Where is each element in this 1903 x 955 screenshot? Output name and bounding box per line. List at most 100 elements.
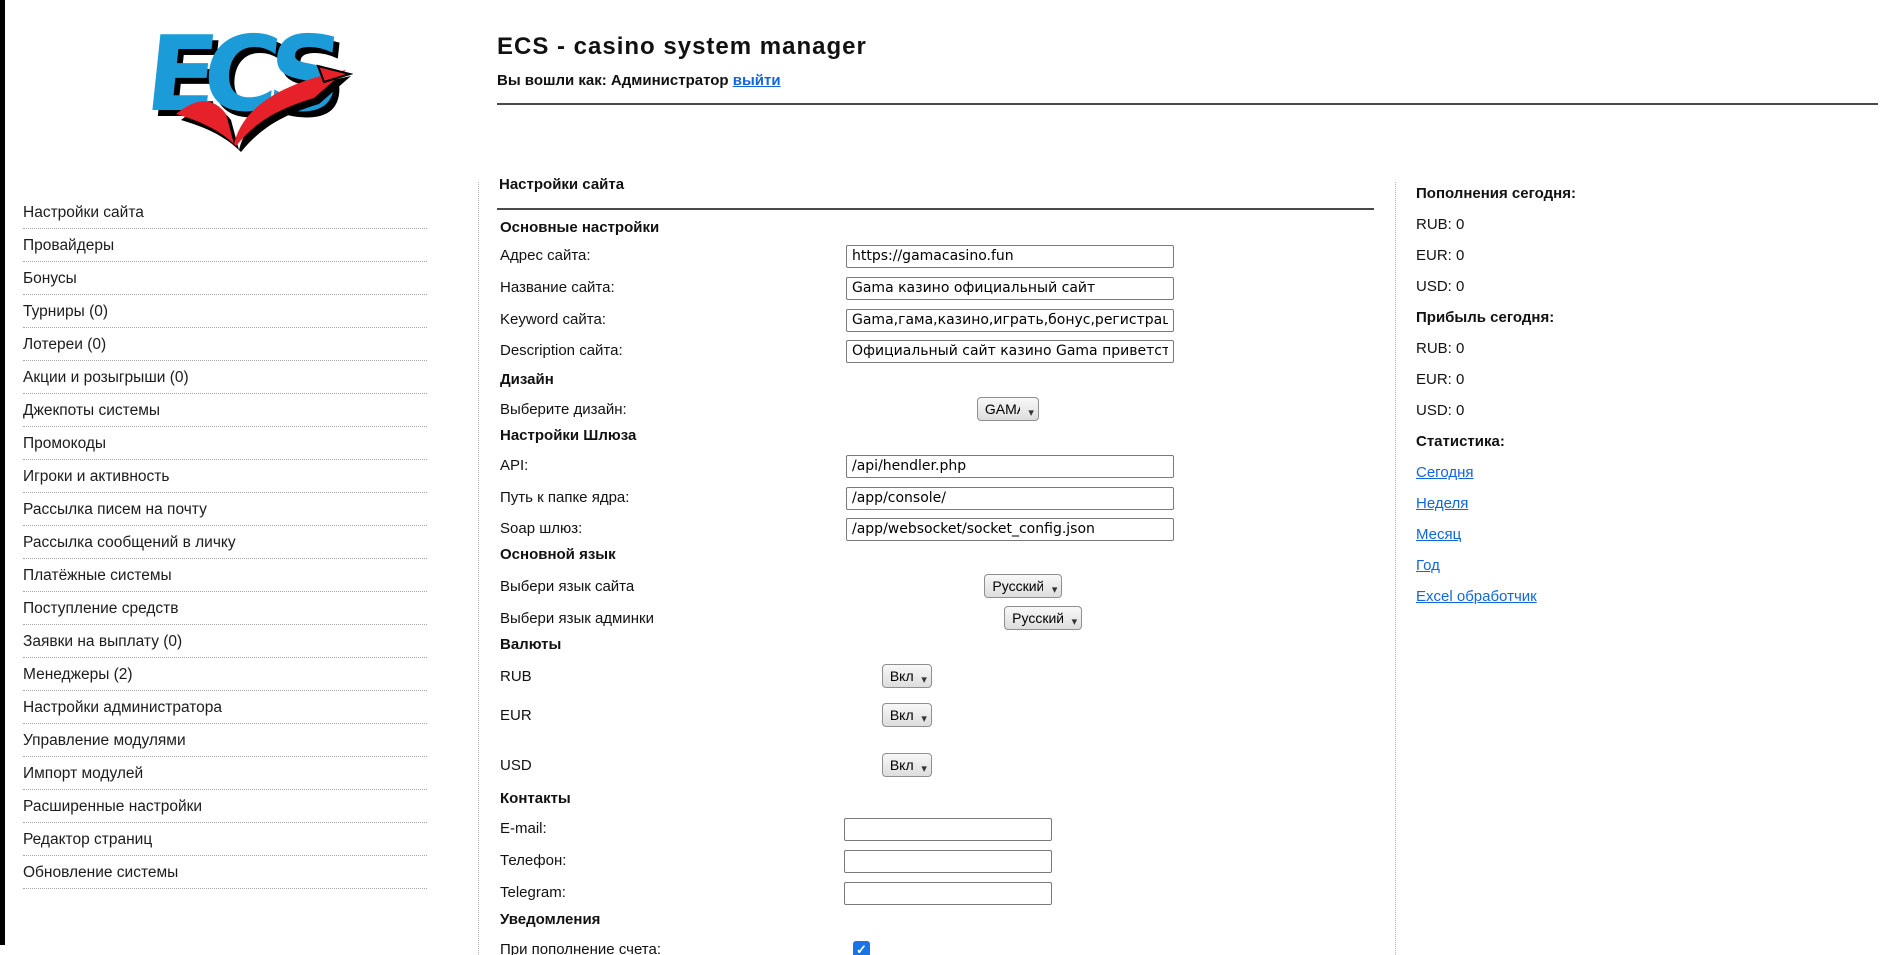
email-label: E-mail: <box>500 817 547 841</box>
main-right-divider <box>1395 182 1396 955</box>
telegram-input[interactable] <box>844 882 1052 905</box>
soap-gateway-input[interactable] <box>846 518 1174 541</box>
design-row: Выберите дизайн: GAMA ▾ <box>500 397 693 421</box>
stats-panel: Пополнения сегодня: RUB: 0 EUR: 0 USD: 0… <box>1416 183 1716 617</box>
site-description-row: Description сайта: <box>500 339 623 363</box>
site-name-input[interactable] <box>846 277 1174 300</box>
email-input[interactable] <box>844 818 1052 841</box>
site-settings-panel: Настройки сайта Основные настройки Адрес… <box>497 170 1374 955</box>
profit-usd: USD: 0 <box>1416 400 1716 431</box>
sidebar-item-payment-systems[interactable]: Платёжные системы <box>23 559 427 592</box>
sidebar-item-page-editor[interactable]: Редактор страниц <box>23 823 427 856</box>
site-description-label: Description сайта: <box>500 339 623 363</box>
currency-usd-row: USD Вкл ▾ <box>500 753 586 777</box>
sidebar-item-module-management[interactable]: Управление модулями <box>23 724 427 757</box>
section-notifications: Уведомления <box>500 910 600 930</box>
currency-rub-select[interactable]: Вкл <box>882 664 932 688</box>
sidebar-item-tournaments[interactable]: Турниры (0) <box>23 295 427 328</box>
profit-eur-value: 0 <box>1456 371 1464 388</box>
panel-divider <box>497 208 1374 210</box>
profit-eur-label: EUR: <box>1416 371 1452 388</box>
section-language: Основной язык <box>500 545 616 565</box>
profit-rub: RUB: 0 <box>1416 338 1716 369</box>
currency-eur-select[interactable]: Вкл <box>882 703 932 727</box>
design-select[interactable]: GAMA <box>977 397 1039 421</box>
api-row: API: <box>500 454 528 478</box>
left-edge-bar <box>0 0 5 945</box>
sidebar-item-module-import[interactable]: Импорт модулей <box>23 757 427 790</box>
stats-link-year[interactable]: Год <box>1416 557 1440 574</box>
sidebar-item-system-update[interactable]: Обновление системы <box>23 856 427 889</box>
stats-link-month[interactable]: Месяц <box>1416 526 1461 543</box>
site-address-input[interactable] <box>846 245 1174 268</box>
deposit-notify-label: При пополнение счета: <box>500 938 661 955</box>
sidebar-item-lotteries[interactable]: Лотереи (0) <box>23 328 427 361</box>
deposits-eur-value: 0 <box>1456 247 1464 264</box>
soap-gateway-label: Soap шлюз: <box>500 517 582 541</box>
sidebar-main-divider <box>478 182 479 955</box>
core-path-input[interactable] <box>846 487 1174 510</box>
currency-eur-label: EUR <box>500 704 532 728</box>
currency-rub-row: RUB Вкл ▾ <box>500 664 586 688</box>
sidebar-item-promocodes[interactable]: Промокоды <box>23 427 427 460</box>
site-keyword-label: Keyword сайта: <box>500 308 606 332</box>
sidebar-item-players[interactable]: Игроки и активность <box>23 460 427 493</box>
site-language-label: Выбери язык сайта <box>500 575 634 599</box>
stats-link-week[interactable]: Неделя <box>1416 495 1468 512</box>
phone-input[interactable] <box>844 850 1052 873</box>
admin-language-select[interactable]: Русский <box>1004 606 1082 630</box>
currency-usd-select[interactable]: Вкл <box>882 753 932 777</box>
deposits-eur-label: EUR: <box>1416 247 1452 264</box>
section-basic-settings: Основные настройки <box>500 218 659 238</box>
deposits-usd: USD: 0 <box>1416 276 1716 307</box>
sidebar-item-advanced-settings[interactable]: Расширенные настройки <box>23 790 427 823</box>
core-path-row: Путь к папке ядра: <box>500 486 629 510</box>
login-status-text: Вы вошли как: Администратор <box>497 72 729 89</box>
site-address-row: Адрес сайта: <box>500 244 591 268</box>
sidebar-item-bonuses[interactable]: Бонусы <box>23 262 427 295</box>
section-contacts: Контакты <box>500 789 571 809</box>
logout-link[interactable]: выйти <box>733 72 781 89</box>
sidebar-item-email-broadcast[interactable]: Рассылка писем на почту <box>23 493 427 526</box>
section-currencies: Валюты <box>500 635 561 655</box>
sidebar-item-site-settings[interactable]: Настройки сайта <box>23 196 427 229</box>
stats-link-today[interactable]: Сегодня <box>1416 464 1474 481</box>
core-path-label: Путь к папке ядра: <box>500 486 629 510</box>
profit-usd-label: USD: <box>1416 402 1452 419</box>
site-description-input[interactable] <box>846 340 1174 363</box>
panel-title: Настройки сайта <box>499 176 624 193</box>
sidebar-item-payout-requests[interactable]: Заявки на выплату (0) <box>23 625 427 658</box>
header-divider <box>497 103 1878 105</box>
profit-eur: EUR: 0 <box>1416 369 1716 400</box>
phone-label: Телефон: <box>500 849 566 873</box>
sidebar-item-incoming-funds[interactable]: Поступление средств <box>23 592 427 625</box>
site-keyword-input[interactable] <box>846 309 1174 332</box>
site-language-select[interactable]: Русский <box>984 574 1062 598</box>
email-row: E-mail: <box>500 817 547 841</box>
page-title: ECS - casino system manager <box>497 33 867 61</box>
sidebar-item-providers[interactable]: Провайдеры <box>23 229 427 262</box>
deposits-usd-label: USD: <box>1416 278 1452 295</box>
deposits-rub-label: RUB: <box>1416 216 1452 233</box>
page: ECS ECS ECS - casino system manager Вы в… <box>0 0 1903 955</box>
admin-language-row: Выбери язык админки Русский ▾ <box>500 606 736 630</box>
sidebar-item-admin-settings[interactable]: Настройки администратора <box>23 691 427 724</box>
api-label: API: <box>500 454 528 478</box>
stats-link-excel-handler[interactable]: Excel обработчик <box>1416 588 1537 605</box>
api-input[interactable] <box>846 455 1174 478</box>
profit-rub-label: RUB: <box>1416 340 1452 357</box>
profit-usd-value: 0 <box>1456 402 1464 419</box>
sidebar-item-pm-broadcast[interactable]: Рассылка сообщений в личку <box>23 526 427 559</box>
currency-eur-row: EUR Вкл ▾ <box>500 703 586 727</box>
site-name-label: Название сайта: <box>500 276 615 300</box>
sidebar-item-jackpots[interactable]: Джекпоты системы <box>23 394 427 427</box>
sidebar-item-managers[interactable]: Менеджеры (2) <box>23 658 427 691</box>
admin-language-label: Выбери язык админки <box>500 607 654 631</box>
ecs-logo[interactable]: ECS ECS <box>138 14 353 154</box>
sidebar-item-promotions[interactable]: Акции и розыгрыши (0) <box>23 361 427 394</box>
section-gateway: Настройки Шлюза <box>500 426 636 446</box>
deposits-rub: RUB: 0 <box>1416 214 1716 245</box>
statistics-title: Статистика: <box>1416 431 1716 462</box>
deposit-notify-row: При пополнение счета: ✓ <box>500 938 661 955</box>
deposit-notify-checkbox[interactable]: ✓ <box>853 941 870 955</box>
